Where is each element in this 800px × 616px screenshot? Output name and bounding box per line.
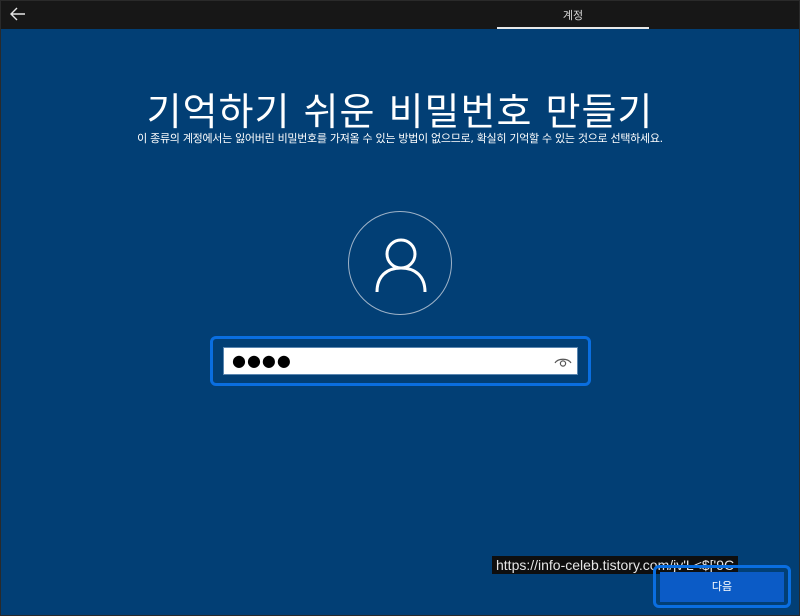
tab-active-indicator [497,27,649,29]
reveal-password-button[interactable] [554,354,572,368]
tab-account[interactable]: 계정 [497,1,649,29]
arrow-left-icon [10,7,25,21]
next-button[interactable]: 다음 [660,572,784,602]
password-input[interactable]: ●●●● [223,347,578,375]
back-button[interactable] [7,4,29,24]
avatar [348,211,452,315]
password-value: ●●●● [232,351,292,370]
page-title: 기억하기 쉬운 비밀번호 만들기 [146,90,654,134]
eye-icon [554,358,572,367]
tab-account-label: 계정 [562,9,584,22]
setup-window: 계정 기억하기 쉬운 비밀번호 만들기 이 종류의 계정에서는 잃어버린 비밀번… [0,0,800,616]
title-bar: 계정 [1,1,799,29]
user-icon [375,238,427,293]
page-subtitle: 이 종류의 계정에서는 잃어버린 비밀번호를 가져올 수 있는 방법이 없으므로… [137,132,663,145]
